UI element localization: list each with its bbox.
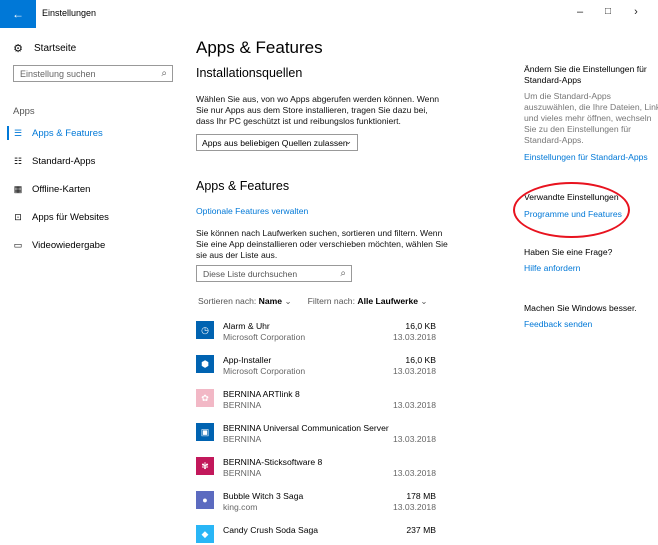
filter-dropdown[interactable]: Filtern nach: Alle Laufwerke ⌄ xyxy=(308,296,428,306)
get-help-link[interactable]: Hilfe anfordern xyxy=(524,263,654,274)
package-icon: ⬢ xyxy=(196,355,214,373)
app-name: BERNINA-Sticksoftware 8 xyxy=(223,457,323,467)
sidebar-item-label: Standard-Apps xyxy=(32,155,96,167)
install-sources-text: Wählen Sie aus, von wo Apps abgerufen we… xyxy=(196,94,440,126)
app-list-item[interactable]: ▣ BERNINA Universal Communication Server B… xyxy=(196,423,436,455)
gear-icon: ⚙ xyxy=(13,43,23,55)
optional-features-link[interactable]: Optionale Features verwalten xyxy=(196,206,308,216)
apps-features-heading: Apps & Features xyxy=(196,179,290,193)
candy-crush-icon: ◆ xyxy=(196,525,214,543)
defaults-desc-line-5: Standard-Apps. xyxy=(524,135,584,145)
app-name: Candy Crush Soda Saga xyxy=(223,525,319,535)
app-publisher: BERNINA xyxy=(223,434,262,444)
sidebar-item-apps-for-websites[interactable]: ⊡ Apps für Websites xyxy=(0,206,180,228)
back-arrow-icon: ← xyxy=(12,7,24,21)
back-button[interactable]: ← xyxy=(0,0,36,28)
close-button[interactable]: › xyxy=(628,6,644,18)
default-apps-icon: ☷ xyxy=(13,155,23,166)
app-date: 13.03.2018 xyxy=(392,468,436,478)
highlight-oval xyxy=(513,182,630,238)
page-title: Apps & Features xyxy=(196,38,323,57)
minimize-button[interactable]: – xyxy=(572,6,588,18)
app-size: 16,0 KB xyxy=(405,321,436,331)
sort-dropdown[interactable]: Sortieren nach: Name ⌄ xyxy=(198,296,292,306)
sidebar-item-label: Apps & Features xyxy=(32,127,103,139)
app-size: 237 MB xyxy=(406,525,436,535)
app-date: 13.03.2018 xyxy=(392,434,436,444)
app-date: 13.03.2018 xyxy=(392,400,436,410)
change-defaults-line-2: Standard-Apps xyxy=(524,75,582,85)
app-list-search-placeholder: Diese Liste durchsuchen xyxy=(203,269,298,279)
sidebar-item-label: Apps für Websites xyxy=(32,211,109,223)
app-list-item[interactable]: ● Bubble Witch 3 Saga king.com 178 MB 13.03.… xyxy=(196,491,436,523)
app-name: BERNINA ARTlink 8 xyxy=(223,389,300,399)
app-publisher: BERNINA xyxy=(223,400,262,410)
app-name: Alarm & Uhr xyxy=(223,321,270,331)
change-defaults-line-1: Ändern Sie die Einstellungen für xyxy=(524,64,647,74)
chevron-down-icon: ⌄ xyxy=(344,136,352,146)
default-apps-settings-link[interactable]: Einstellungen für Standard-Apps xyxy=(524,152,654,163)
search-icon: ⌕ xyxy=(340,268,346,279)
app-publisher: BERNINA xyxy=(223,468,262,478)
section-label: Apps xyxy=(13,106,35,117)
app-list-item[interactable]: ✿ BERNINA ARTlink 8 BERNINA 13.03.2018 xyxy=(196,389,436,421)
sort-filter-row: Sortieren nach: Name ⌄ Filtern nach: Alle… xyxy=(198,296,428,307)
app-size: 16,0 KB xyxy=(405,355,436,365)
maximize-button[interactable]: □ xyxy=(600,6,616,17)
app-list-search-input[interactable]: Diese Liste durchsuchen ⌕ xyxy=(196,265,352,282)
app-size: 178 MB xyxy=(406,491,436,501)
bernina-artlink-icon: ✿ xyxy=(196,389,214,407)
settings-search-placeholder: Einstellung suchen xyxy=(20,69,96,79)
app-name: Bubble Witch 3 Saga xyxy=(223,491,304,501)
search-icon: ⌕ xyxy=(161,68,167,79)
window-title: Einstellungen xyxy=(42,8,97,18)
map-icon: ▦ xyxy=(13,183,23,194)
websites-icon: ⊡ xyxy=(14,211,22,222)
app-name: App-Installer xyxy=(223,355,272,365)
sidebar-item-standard-apps[interactable]: ☷ Standard-Apps xyxy=(0,150,180,172)
sidebar-item-apps-features[interactable]: ☰ Apps & Features xyxy=(0,122,180,144)
video-icon: ▭ xyxy=(13,239,23,250)
app-publisher: Microsoft Corporation xyxy=(223,366,306,376)
app-list-item[interactable]: ✾ BERNINA-Sticksoftware 8 BERNINA 13.03.201… xyxy=(196,457,436,489)
install-sources-heading: Installationsquellen xyxy=(196,66,303,80)
app-publisher: king.com xyxy=(223,502,258,512)
title-bar: ← Einstellungen – □ › xyxy=(0,0,658,28)
chevron-down-icon: ⌄ xyxy=(284,296,292,306)
app-list-item[interactable]: ⬢ App-Installer Microsoft Corporation 16,0 … xyxy=(196,355,436,387)
apps-features-text: Sie können nach Laufwerken suchen, sorti… xyxy=(196,228,448,260)
list-icon: ☰ xyxy=(13,127,23,138)
sidebar: ⚙ Startseite Einstellung suchen ⌕ Apps ☰… xyxy=(0,28,180,545)
home-link[interactable]: ⚙ Startseite xyxy=(10,42,76,55)
server-icon: ▣ xyxy=(196,423,214,441)
alarm-clock-icon: ◷ xyxy=(196,321,214,339)
app-publisher: Microsoft Corporation xyxy=(223,332,306,342)
app-date: 13.03.2018 xyxy=(392,502,436,512)
defaults-desc-line-3: und vieles mehr öffnen, wechseln xyxy=(524,113,652,123)
home-label: Startseite xyxy=(34,43,77,54)
app-list-item[interactable]: ◆ Candy Crush Soda Saga 237 MB xyxy=(196,525,436,545)
feedback-link[interactable]: Feedback senden xyxy=(524,319,654,330)
settings-search-input[interactable]: Einstellung suchen ⌕ xyxy=(13,65,173,82)
app-list-item[interactable]: ◷ Alarm & Uhr Microsoft Corporation 16,0 KB… xyxy=(196,321,436,353)
app-date: 13.03.2018 xyxy=(392,366,436,376)
install-source-dropdown[interactable]: Apps aus beliebigen Quellen zulassen ⌄ xyxy=(196,134,358,151)
install-source-value: Apps aus beliebigen Quellen zulassen xyxy=(202,138,348,148)
defaults-desc-line-1: Um die Standard-Apps xyxy=(524,91,611,101)
embroidery-icon: ✾ xyxy=(196,457,214,475)
app-name: BERNINA Universal Communication Server xyxy=(223,423,389,433)
bubble-witch-icon: ● xyxy=(196,491,214,509)
defaults-desc-line-2: auszuwählen, die Ihre Dateien, Links xyxy=(524,102,658,112)
sidebar-item-label: Offline-Karten xyxy=(32,183,91,195)
defaults-desc-line-4: Sie zu den Einstellungen für xyxy=(524,124,632,134)
app-date: 13.03.2018 xyxy=(392,332,436,342)
question-heading: Haben Sie eine Frage? xyxy=(524,247,613,257)
sidebar-item-offline-maps[interactable]: ▦ Offline-Karten xyxy=(0,178,180,200)
sidebar-item-label: Videowiedergabe xyxy=(32,239,106,251)
sidebar-item-video-playback[interactable]: ▭ Videowiedergabe xyxy=(0,234,180,256)
improve-windows-heading: Machen Sie Windows besser. xyxy=(524,303,637,313)
chevron-down-icon: ⌄ xyxy=(420,296,428,306)
